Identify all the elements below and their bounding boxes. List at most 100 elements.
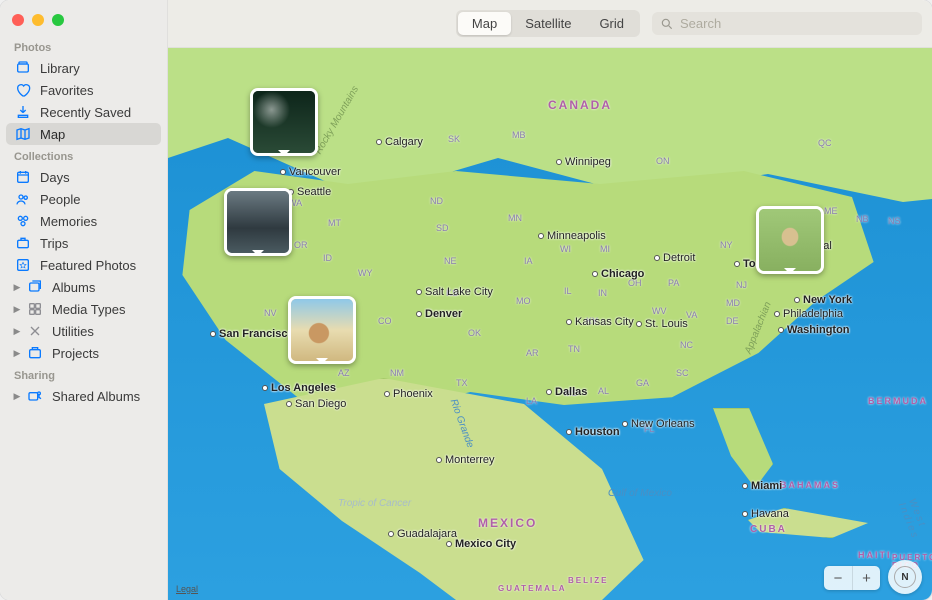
media-types-icon bbox=[26, 301, 44, 317]
city-label: Seattle bbox=[288, 186, 331, 198]
sidebar-item-people[interactable]: People bbox=[0, 188, 167, 210]
fullscreen-window-button[interactable] bbox=[52, 14, 64, 26]
main-content: Map Satellite Grid CANADA MEXICO CUBA BA… bbox=[168, 0, 932, 600]
cluster-count: 7 bbox=[759, 249, 778, 271]
city-label: Detroit bbox=[654, 252, 695, 264]
sidebar-item-map[interactable]: Map bbox=[6, 123, 161, 145]
view-mode-segmented: Map Satellite Grid bbox=[456, 10, 640, 37]
close-window-button[interactable] bbox=[12, 14, 24, 26]
city-label: Denver bbox=[416, 308, 462, 320]
city-label: Monterrey bbox=[436, 454, 495, 466]
view-tab-satellite[interactable]: Satellite bbox=[511, 12, 585, 35]
zoom-in-button[interactable]: + bbox=[852, 566, 880, 590]
sidebar-item-label: People bbox=[40, 192, 80, 207]
city-label: Vancouver bbox=[280, 166, 341, 178]
photo-cluster[interactable]: 15 bbox=[224, 188, 292, 256]
sidebar: Photos Library Favorites Recently Saved … bbox=[0, 0, 168, 600]
toolbar: Map Satellite Grid bbox=[168, 0, 932, 48]
chevron-right-icon[interactable]: ▶ bbox=[12, 282, 22, 293]
chevron-right-icon[interactable]: ▶ bbox=[12, 348, 22, 359]
photo-cluster[interactable]: 102 bbox=[288, 296, 356, 364]
chevron-right-icon[interactable]: ▶ bbox=[12, 326, 22, 337]
sidebar-item-label: Projects bbox=[52, 346, 99, 361]
sidebar-item-favorites[interactable]: Favorites bbox=[0, 79, 167, 101]
zoom-control: − + bbox=[824, 566, 880, 590]
minimize-window-button[interactable] bbox=[32, 14, 44, 26]
star-frame-icon bbox=[14, 257, 32, 273]
people-icon bbox=[14, 191, 32, 207]
shared-albums-icon bbox=[26, 388, 44, 404]
map-view[interactable]: CANADA MEXICO CUBA BAHAMAS HAITI BERMUDA… bbox=[168, 48, 932, 600]
chevron-right-icon[interactable]: ▶ bbox=[12, 391, 22, 402]
projects-icon bbox=[26, 345, 44, 361]
country-label: MEXICO bbox=[478, 516, 537, 530]
search-input[interactable] bbox=[680, 16, 914, 31]
sidebar-item-recently-saved[interactable]: Recently Saved bbox=[0, 101, 167, 123]
sidebar-item-trips[interactable]: Trips bbox=[0, 232, 167, 254]
city-label: Los Angeles bbox=[262, 382, 336, 394]
compass-button[interactable]: N bbox=[888, 560, 922, 594]
sidebar-item-label: Favorites bbox=[40, 83, 93, 98]
cluster-count: 15 bbox=[227, 231, 252, 253]
city-label: Phoenix bbox=[384, 388, 433, 400]
sidebar-item-utilities[interactable]: ▶ Utilities bbox=[0, 320, 167, 342]
memories-icon bbox=[14, 213, 32, 229]
sidebar-item-featured-photos[interactable]: Featured Photos bbox=[0, 254, 167, 276]
sidebar-section-sharing: Sharing bbox=[0, 364, 167, 385]
city-label: Salt Lake City bbox=[416, 286, 493, 298]
sidebar-item-library[interactable]: Library bbox=[0, 57, 167, 79]
app-window: Photos Library Favorites Recently Saved … bbox=[0, 0, 932, 600]
country-label: CUBA bbox=[750, 524, 787, 535]
sidebar-item-label: Shared Albums bbox=[52, 389, 140, 404]
sidebar-item-memories[interactable]: Memories bbox=[0, 210, 167, 232]
sidebar-item-label: Media Types bbox=[52, 302, 125, 317]
feature-label: Gulf of Mexico bbox=[608, 488, 672, 499]
city-label: New York bbox=[794, 294, 852, 306]
view-tab-map[interactable]: Map bbox=[458, 12, 511, 35]
photo-cluster[interactable]: 7 bbox=[756, 206, 824, 274]
sidebar-item-label: Library bbox=[40, 61, 80, 76]
city-label: St. Louis bbox=[636, 318, 688, 330]
search-field[interactable] bbox=[652, 12, 922, 35]
sidebar-item-projects[interactable]: ▶ Projects bbox=[0, 342, 167, 364]
country-label: CANADA bbox=[548, 98, 612, 112]
city-label: Minneapolis bbox=[538, 230, 606, 242]
download-icon bbox=[14, 104, 32, 120]
map-icon bbox=[14, 126, 32, 142]
city-label: Houston bbox=[566, 426, 620, 438]
country-label: GUATEMALA bbox=[498, 584, 567, 593]
heart-icon bbox=[14, 82, 32, 98]
sidebar-item-shared-albums[interactable]: ▶ Shared Albums bbox=[0, 385, 167, 407]
sidebar-item-label: Utilities bbox=[52, 324, 94, 339]
sidebar-item-label: Featured Photos bbox=[40, 258, 136, 273]
sidebar-section-collections: Collections bbox=[0, 145, 167, 166]
sidebar-item-days[interactable]: Days bbox=[0, 166, 167, 188]
feature-label: Tropic of Cancer bbox=[338, 498, 411, 509]
sidebar-item-media-types[interactable]: ▶ Media Types bbox=[0, 298, 167, 320]
sidebar-item-label: Map bbox=[40, 127, 65, 142]
view-tab-grid[interactable]: Grid bbox=[585, 12, 638, 35]
albums-icon bbox=[26, 279, 44, 295]
zoom-out-button[interactable]: − bbox=[824, 566, 852, 590]
cluster-count: 9 bbox=[253, 131, 272, 153]
photo-cluster[interactable]: 9 bbox=[250, 88, 318, 156]
city-label: Dallas bbox=[546, 386, 587, 398]
chevron-right-icon[interactable]: ▶ bbox=[12, 304, 22, 315]
city-label: Calgary bbox=[376, 136, 423, 148]
sidebar-item-label: Days bbox=[40, 170, 70, 185]
window-controls bbox=[0, 8, 167, 36]
sidebar-item-label: Memories bbox=[40, 214, 97, 229]
city-label: Kansas City bbox=[566, 316, 634, 328]
city-label: Chicago bbox=[592, 268, 644, 280]
city-label: New Orleans bbox=[622, 418, 695, 430]
sidebar-item-label: Recently Saved bbox=[40, 105, 131, 120]
country-label: BERMUDA bbox=[868, 396, 928, 406]
legal-link[interactable]: Legal bbox=[176, 584, 198, 594]
sidebar-item-label: Albums bbox=[52, 280, 95, 295]
country-label: BELIZE bbox=[568, 576, 608, 585]
sidebar-item-albums[interactable]: ▶ Albums bbox=[0, 276, 167, 298]
city-label: Washington bbox=[778, 324, 850, 336]
city-label: San Diego bbox=[286, 398, 346, 410]
calendar-icon bbox=[14, 169, 32, 185]
country-label: BAHAMAS bbox=[780, 480, 840, 490]
